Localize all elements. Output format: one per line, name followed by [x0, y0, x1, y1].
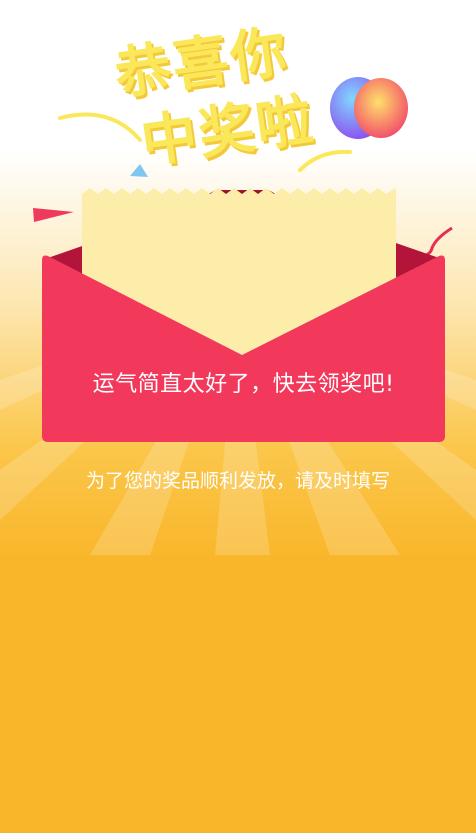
- prize-page: 恭喜你 中奖啦 运气简直太好了，快去领奖吧! 为了您的奖品顺利发放，请及时填写: [0, 0, 476, 833]
- blue-triangle-icon: [130, 164, 148, 177]
- balloon-icon: [330, 77, 408, 139]
- envelope-message: 运气简直太好了，快去领奖吧!: [92, 372, 395, 397]
- envelope-front: [42, 255, 445, 442]
- fill-in-prompt: 为了您的奖品顺利发放，请及时填写: [85, 470, 390, 492]
